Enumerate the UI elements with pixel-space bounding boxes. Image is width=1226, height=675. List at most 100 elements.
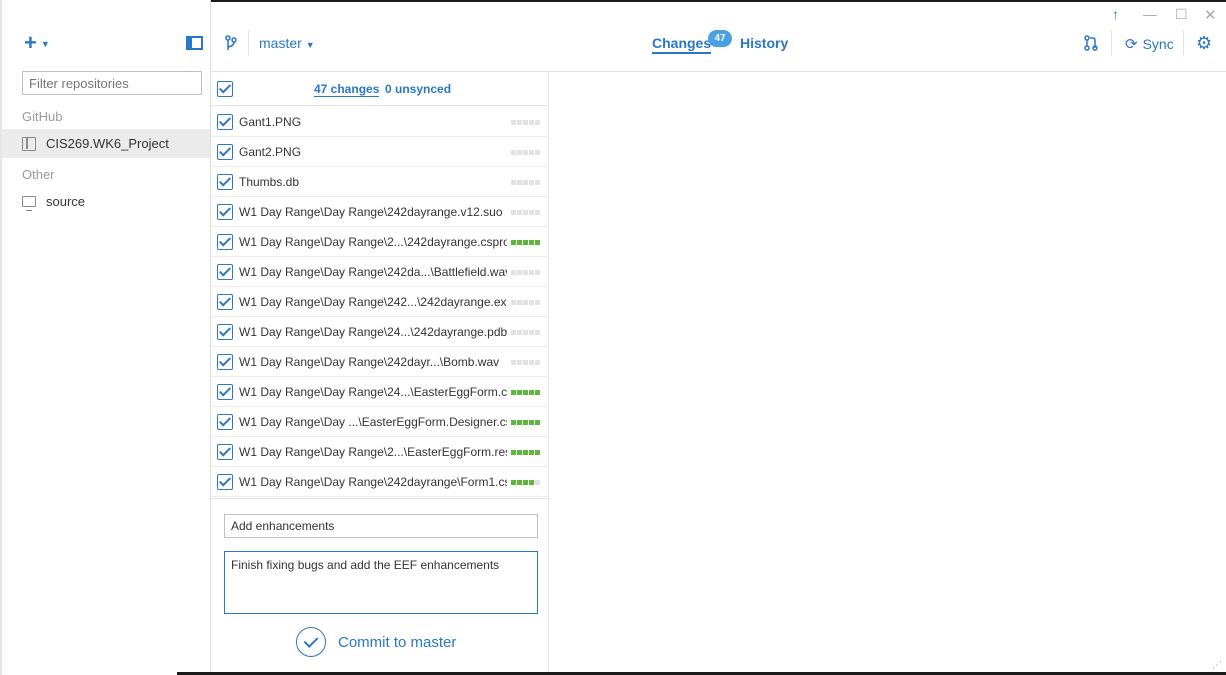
diff-stat-segment: [523, 270, 528, 275]
file-name: W1 Day Range\Day Range\24...\242dayrange…: [239, 324, 507, 339]
diff-stat-segment: [535, 420, 540, 425]
sync-icon: ⟳: [1125, 36, 1138, 53]
diff-stat-segment: [517, 240, 522, 245]
diff-stat-segment: [517, 180, 522, 185]
branch-selector[interactable]: master ▼: [259, 35, 315, 51]
file-checkbox[interactable]: [217, 473, 233, 490]
diff-stat-bar: [511, 450, 540, 455]
diff-stat-segment: [535, 360, 540, 365]
diff-stat-segment: [529, 360, 534, 365]
diff-stat-segment: [517, 330, 522, 335]
file-checkbox[interactable]: [217, 353, 233, 370]
diff-stat-segment: [523, 450, 528, 455]
diff-stat-segment: [523, 420, 528, 425]
diff-stat-segment: [535, 480, 540, 485]
sidebar-toggle-icon[interactable]: [186, 36, 203, 50]
file-name: W1 Day Range\Day Range\242dayrange.v12.s…: [239, 204, 503, 219]
file-name: Gant2.PNG: [239, 144, 302, 159]
changes-count-link[interactable]: 47 changes: [314, 82, 380, 97]
branch-icon[interactable]: [225, 35, 237, 51]
arrow-up-icon[interactable]: ↑: [1112, 6, 1119, 22]
diff-stat-segment: [529, 450, 534, 455]
diff-stat-segment: [511, 450, 516, 455]
filter-repositories-input[interactable]: [22, 71, 202, 95]
file-checkbox[interactable]: [217, 413, 233, 430]
file-row[interactable]: Gant1.PNG: [211, 107, 549, 137]
diff-stat-segment: [517, 390, 522, 395]
commit-description-input[interactable]: Finish fixing bugs and add the EEF enhan…: [224, 551, 538, 614]
file-row[interactable]: W1 Day Range\Day Range\242dayr...\Bomb.w…: [211, 347, 549, 377]
file-checkbox[interactable]: [217, 173, 233, 190]
diff-stat-segment: [511, 240, 516, 245]
file-name: Gant1.PNG: [239, 114, 302, 129]
select-all-checkbox[interactable]: [217, 81, 233, 97]
file-checkbox[interactable]: [217, 113, 233, 130]
tab-history[interactable]: History: [740, 35, 788, 51]
diff-stat-segment: [517, 270, 522, 275]
diff-stat-bar: [511, 300, 540, 305]
diff-stat-segment: [529, 210, 534, 215]
file-row[interactable]: W1 Day Range\Day Range\24...\242dayrange…: [211, 317, 549, 347]
tab-changes[interactable]: Changes: [652, 35, 712, 54]
diff-stat-segment: [529, 120, 534, 125]
commit-button-label: Commit to master: [338, 633, 457, 651]
file-checkbox[interactable]: [217, 443, 233, 460]
file-row[interactable]: W1 Day Range\Day Range\24...\EasterEggFo…: [211, 377, 549, 407]
diff-stat-segment: [517, 420, 522, 425]
close-icon[interactable]: ✕: [1204, 6, 1217, 24]
diff-stat-segment: [517, 120, 522, 125]
file-checkbox[interactable]: [217, 233, 233, 250]
divider: [1111, 30, 1112, 55]
commit-button[interactable]: Commit to master: [296, 627, 456, 657]
file-checkbox[interactable]: [217, 203, 233, 220]
file-checkbox[interactable]: [217, 383, 233, 400]
diff-stat-segment: [535, 180, 540, 185]
file-name: W1 Day Range\Day Range\242...\242dayrang…: [239, 294, 507, 309]
gear-icon[interactable]: ⚙: [1196, 34, 1212, 52]
file-name: W1 Day Range\Day Range\242dayrange\Form1…: [239, 474, 507, 489]
branch-name: master: [259, 35, 302, 51]
changes-header: 47 changes 0 unsynced: [211, 72, 549, 106]
sync-button[interactable]: ⟳ Sync: [1125, 35, 1174, 53]
diff-stat-segment: [523, 240, 528, 245]
file-row[interactable]: Thumbs.db: [211, 167, 549, 197]
divider: [248, 30, 249, 55]
maximize-icon[interactable]: ☐: [1175, 6, 1188, 23]
diff-stat-segment: [517, 210, 522, 215]
file-row[interactable]: Gant2.PNG: [211, 137, 549, 167]
book-icon: [22, 136, 36, 151]
diff-stat-segment: [523, 210, 528, 215]
commit-summary-input[interactable]: [224, 514, 538, 538]
diff-stat-segment: [511, 300, 516, 305]
file-row[interactable]: W1 Day Range\Day Range\2...\EasterEggFor…: [211, 437, 549, 467]
file-row[interactable]: W1 Day Range\Day Range\242...\242dayrang…: [211, 287, 549, 317]
file-name: W1 Day Range\Day Range\242da...\Battlefi…: [239, 264, 507, 279]
unsynced-count-link[interactable]: 0 unsynced: [385, 82, 451, 96]
diff-stat-segment: [523, 330, 528, 335]
sidebar: + ▼ GitHub CIS269.WK6_Project Other sour…: [2, 0, 211, 672]
diff-stat-segment: [517, 480, 522, 485]
file-row[interactable]: W1 Day Range\Day Range\242dayrange\Form1…: [211, 467, 549, 497]
file-row[interactable]: W1 Day Range\Day Range\2...\242dayrange.…: [211, 227, 549, 257]
plus-icon: +: [24, 30, 37, 55]
chevron-down-icon: ▼: [305, 40, 315, 50]
diff-stat-segment: [511, 330, 516, 335]
divider: [1183, 30, 1184, 55]
sidebar-item-cis269-wk6-project[interactable]: CIS269.WK6_Project: [2, 129, 210, 158]
file-row[interactable]: W1 Day Range\Day Range\242da...\Battlefi…: [211, 257, 549, 287]
minimize-icon[interactable]: —: [1143, 6, 1157, 22]
file-checkbox[interactable]: [217, 263, 233, 280]
file-row[interactable]: W1 Day Range\Day Range\242dayrange.v12.s…: [211, 197, 549, 227]
diff-stat-segment: [511, 390, 516, 395]
file-checkbox[interactable]: [217, 293, 233, 310]
resize-grip-icon[interactable]: ⋰: [1212, 660, 1222, 671]
file-row[interactable]: W1 Day Range\Day ...\EasterEggForm.Desig…: [211, 407, 549, 437]
file-checkbox[interactable]: [217, 143, 233, 160]
pull-request-icon[interactable]: [1084, 35, 1098, 51]
sidebar-item-source[interactable]: source: [2, 187, 210, 216]
diff-stat-segment: [529, 270, 534, 275]
add-repository-button[interactable]: + ▼: [24, 30, 50, 55]
file-checkbox[interactable]: [217, 323, 233, 340]
diff-stat-segment: [511, 120, 516, 125]
diff-stat-segment: [529, 180, 534, 185]
